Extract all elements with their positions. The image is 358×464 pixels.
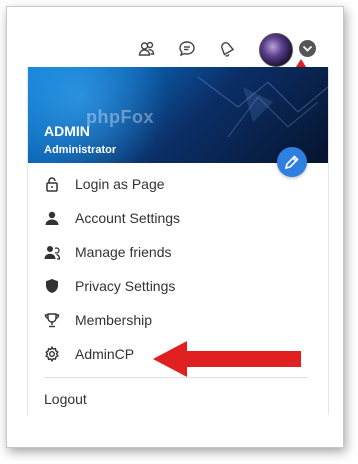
shield-icon bbox=[44, 278, 60, 294]
menu-item-account-settings[interactable]: Account Settings bbox=[28, 201, 328, 235]
brand-watermark: phpFox bbox=[86, 107, 154, 127]
screenshot-frame: phpFox ADMIN Administrator Login as Page bbox=[6, 6, 344, 448]
friends-icon[interactable] bbox=[137, 39, 157, 59]
lock-icon bbox=[44, 176, 60, 192]
chevron-down-icon[interactable] bbox=[299, 40, 316, 57]
profile-name: ADMIN bbox=[44, 123, 90, 139]
menu-item-label: AdminCP bbox=[75, 346, 135, 362]
chat-icon[interactable] bbox=[177, 39, 197, 59]
trophy-icon bbox=[44, 312, 60, 328]
menu-item-login-as-page[interactable]: Login as Page bbox=[28, 167, 328, 201]
gear-icon bbox=[44, 345, 60, 363]
menu-item-label: Manage friends bbox=[75, 244, 172, 260]
menu-item-label: Privacy Settings bbox=[75, 278, 176, 294]
top-bar bbox=[7, 7, 343, 123]
menu-item-privacy-settings[interactable]: Privacy Settings bbox=[28, 269, 328, 303]
logout-link[interactable]: Logout bbox=[44, 391, 87, 407]
menu-item-label: Membership bbox=[75, 312, 153, 328]
menu-divider bbox=[44, 377, 308, 378]
profile-role: Administrator bbox=[44, 144, 117, 156]
menu-item-label: Login as Page bbox=[75, 176, 165, 192]
menu-item-manage-friends[interactable]: Manage friends bbox=[28, 235, 328, 269]
annotation-left-arrow bbox=[153, 341, 301, 377]
user-icon bbox=[44, 210, 60, 226]
menu-item-label: Account Settings bbox=[75, 210, 181, 226]
menu-item-membership[interactable]: Membership bbox=[28, 303, 328, 337]
notification-bell-icon[interactable] bbox=[217, 39, 237, 59]
users-icon bbox=[44, 244, 61, 260]
